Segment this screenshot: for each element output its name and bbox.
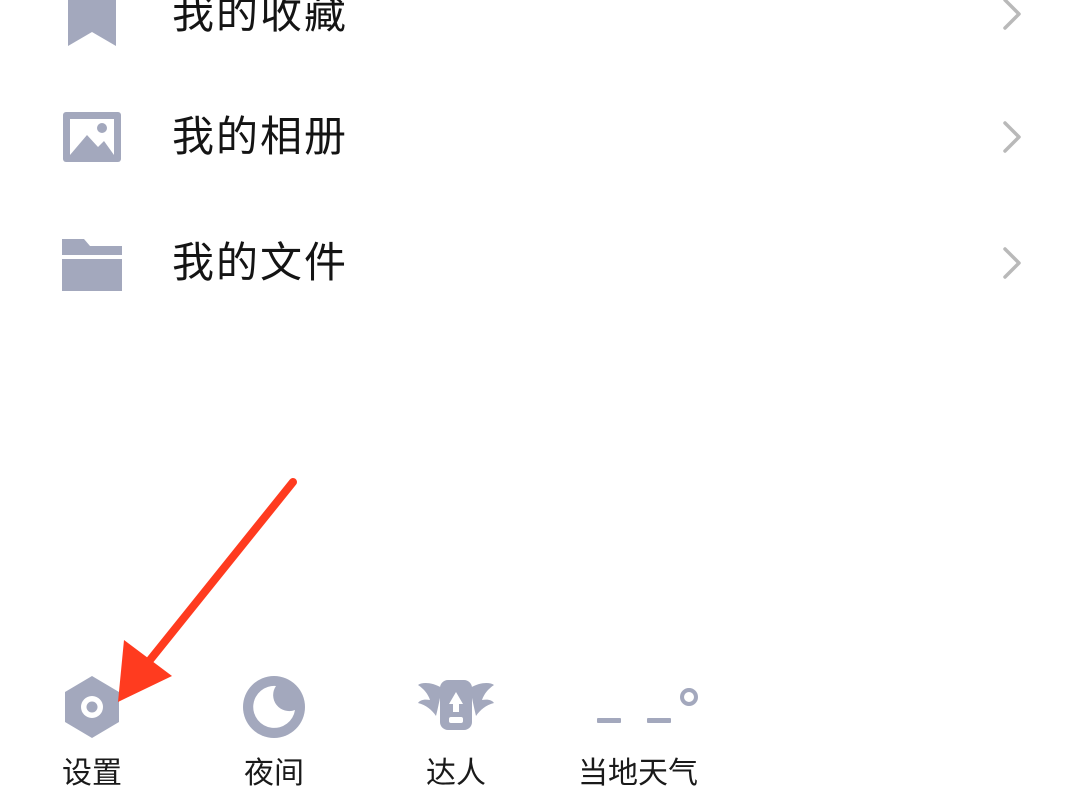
shortcut-label: 夜间 bbox=[244, 756, 304, 791]
chevron-right-icon bbox=[998, 245, 1026, 281]
folder-icon bbox=[60, 231, 124, 295]
menu-item-label: 我的收藏 bbox=[172, 0, 349, 38]
menu-item-label: 我的文件 bbox=[172, 238, 349, 287]
shortcut-expert[interactable]: 达人 bbox=[410, 660, 502, 810]
menu-item-files[interactable]: 我的文件 bbox=[0, 199, 1080, 327]
chevron-right-icon bbox=[998, 0, 1026, 32]
bookmark-icon bbox=[60, 0, 124, 46]
shortcut-settings[interactable]: 设置 bbox=[46, 660, 138, 810]
moon-icon bbox=[228, 672, 320, 742]
weather-temperature-icon bbox=[567, 672, 709, 742]
menu-item-album[interactable]: 我的相册 bbox=[0, 73, 1080, 201]
image-icon bbox=[60, 105, 124, 169]
chevron-right-icon bbox=[998, 119, 1026, 155]
shortcut-label: 达人 bbox=[426, 756, 486, 791]
winged-badge-icon bbox=[410, 672, 502, 742]
menu-list: 我的收藏 我的相册 我的文件 bbox=[0, 0, 1080, 330]
menu-item-label: 我的相册 bbox=[172, 112, 349, 161]
shortcut-label: 设置 bbox=[62, 756, 122, 791]
shortcut-local-weather[interactable]: 当地天气 bbox=[567, 660, 709, 810]
menu-item-favorites[interactable]: 我的收藏 bbox=[0, 0, 1080, 78]
shortcut-night-mode[interactable]: 夜间 bbox=[228, 660, 320, 810]
gear-icon bbox=[46, 672, 138, 742]
shortcut-label: 当地天气 bbox=[578, 756, 698, 791]
shortcut-bar: 设置 夜间 达人 当地天气 bbox=[0, 660, 1080, 810]
